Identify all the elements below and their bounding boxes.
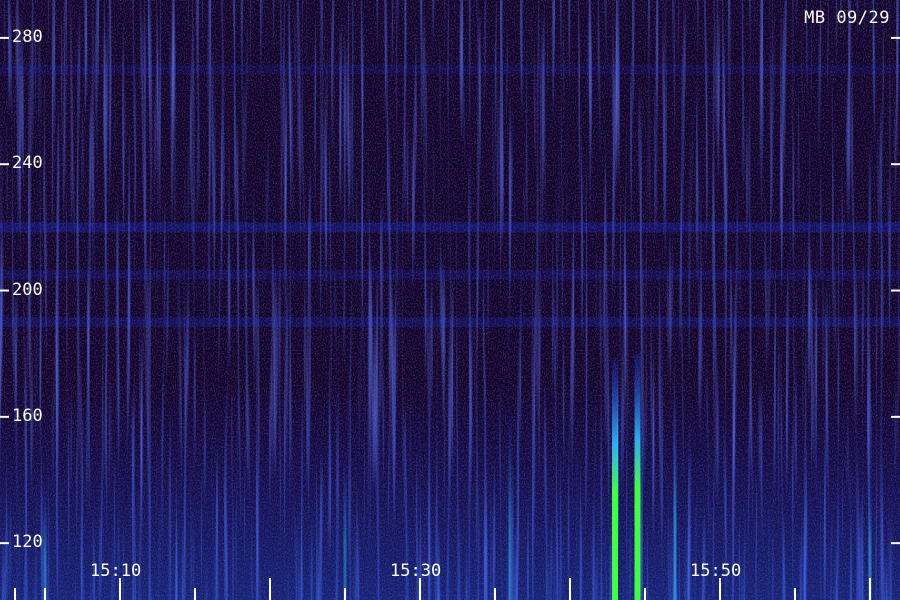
x-tick-label: 15:30 — [390, 561, 442, 581]
horizontal-band — [0, 317, 900, 328]
horizontal-band — [0, 269, 900, 280]
station-date-badge: MB 09/29 — [804, 8, 890, 28]
y-tick-label: 240 — [12, 153, 43, 174]
horizontal-band — [0, 64, 900, 75]
horizontal-band — [0, 222, 900, 233]
y-tick-label: 120 — [12, 532, 43, 553]
spectral-feature — [43, 480, 47, 600]
y-tick-label: 200 — [12, 279, 43, 300]
x-tick-label: 15:10 — [90, 561, 142, 581]
spectral-feature — [673, 391, 677, 600]
spectral-feature — [634, 353, 641, 600]
spectral-feature — [508, 401, 512, 600]
y-tick-label: 160 — [12, 405, 43, 426]
spectral-feature — [612, 360, 618, 600]
spectrogram-plot — [0, 0, 900, 600]
spectral-feature — [343, 448, 347, 600]
y-tick-label: 280 — [12, 26, 43, 47]
x-tick-label: 15:50 — [690, 561, 742, 581]
